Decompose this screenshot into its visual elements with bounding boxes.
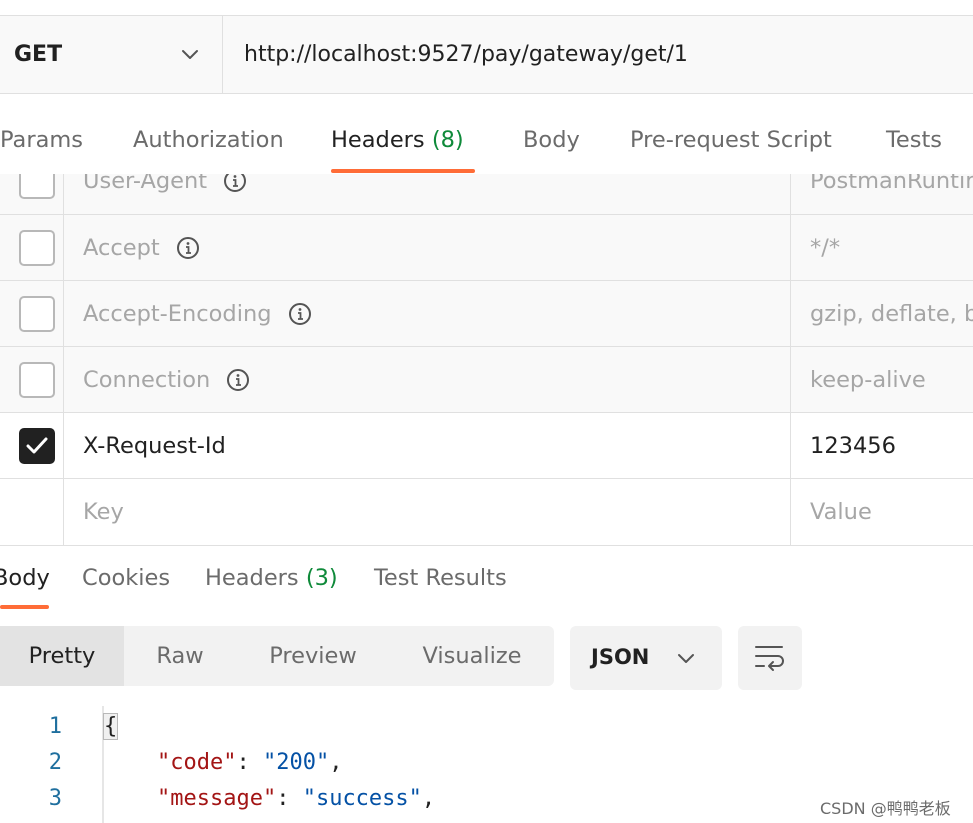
header-value-cell[interactable]: */* [791, 215, 973, 280]
header-key: User-Agent [83, 174, 208, 194]
matched-brace: { [102, 713, 119, 740]
row-checkbox[interactable] [19, 230, 55, 266]
response-tabs: Body Cookies Headers (3) Test Results [0, 546, 973, 610]
tab-test-results[interactable]: Test Results [374, 565, 507, 591]
line-number: 2 [48, 750, 62, 775]
row-checkbox-checked[interactable] [19, 428, 55, 464]
preview-button[interactable]: Preview [254, 626, 372, 686]
header-key-cell[interactable]: Accept-Encoding [64, 281, 791, 346]
raw-button[interactable]: Raw [138, 626, 222, 686]
visualize-button[interactable]: Visualize [410, 626, 534, 686]
json-separator: : [276, 786, 303, 811]
chevron-down-icon [182, 50, 198, 59]
headers-table: User-Agent PostmanRuntime Accept */* [0, 174, 973, 546]
tab-response-body[interactable]: Body [0, 565, 50, 591]
tab-response-headers-label: Headers [205, 565, 299, 591]
header-key: X-Request-Id [83, 432, 226, 459]
header-value-cell[interactable]: keep-alive [791, 347, 973, 412]
wrap-lines-button[interactable] [738, 626, 802, 690]
request-tabs: Params Authorization Headers (8) Body Pr… [0, 94, 973, 174]
watermark: CSDN @鸭鸭老板 [820, 799, 951, 818]
headers-count-badge: (8) [431, 127, 464, 153]
header-key: Accept-Encoding [83, 300, 272, 327]
table-row: User-Agent PostmanRuntime [0, 174, 973, 215]
header-value-cell[interactable]: 123456 [791, 413, 973, 478]
line-number: 1 [48, 714, 62, 739]
tab-params[interactable]: Params [0, 127, 83, 153]
json-separator: : [236, 750, 263, 775]
row-checkbox[interactable] [19, 174, 55, 199]
row-checkbox[interactable] [19, 296, 55, 332]
response-headers-count-badge: (3) [305, 565, 338, 591]
new-key-input[interactable]: Key [64, 479, 791, 545]
header-key-cell[interactable]: X-Request-Id [64, 413, 791, 478]
code-line-2: "code": "200", [104, 750, 342, 775]
checkbox-cell [0, 479, 64, 545]
method-label: GET [14, 42, 63, 67]
tab-cookies[interactable]: Cookies [82, 565, 170, 591]
new-header-row: Key Value [0, 479, 973, 546]
table-row: Accept */* [0, 215, 973, 281]
chevron-down-icon [678, 654, 694, 663]
info-icon [224, 174, 247, 192]
info-icon [176, 236, 199, 259]
wrap-lines-icon [755, 646, 784, 671]
info-icon [288, 302, 311, 325]
row-checkbox[interactable] [19, 362, 55, 398]
tab-response-headers[interactable]: Headers (3) [205, 565, 338, 591]
check-icon [26, 437, 48, 454]
table-row: Accept-Encoding gzip, deflate, br [0, 281, 973, 347]
info-icon [227, 368, 250, 391]
tab-headers[interactable]: Headers (8) [331, 127, 464, 153]
header-key: Connection [83, 366, 211, 393]
json-comma: , [329, 750, 343, 775]
json-value: "success" [302, 786, 422, 811]
pretty-button[interactable]: Pretty [0, 626, 124, 686]
table-row: Connection keep-alive [0, 347, 973, 413]
json-key: "code" [156, 750, 237, 775]
tab-authorization[interactable]: Authorization [133, 127, 284, 153]
format-select[interactable]: JSON [570, 626, 722, 690]
tab-tests[interactable]: Tests [886, 127, 942, 153]
url-input[interactable]: http://localhost:9527/pay/gateway/get/1 [244, 16, 688, 93]
json-key: "message" [156, 786, 277, 811]
method-select[interactable]: GET [0, 16, 223, 93]
checkbox-cell [0, 281, 64, 346]
table-row: X-Request-Id 123456 [0, 413, 973, 479]
format-label: JSON [591, 645, 650, 669]
header-key-cell[interactable]: Connection [64, 347, 791, 412]
new-value-input[interactable]: Value [791, 479, 973, 545]
active-tab-indicator [331, 169, 475, 173]
tab-prerequest-script[interactable]: Pre-request Script [630, 127, 832, 153]
line-number: 3 [48, 786, 62, 811]
code-line-3: "message": "success", [104, 786, 435, 811]
view-mode-group: Pretty Raw Preview Visualize [0, 626, 554, 686]
code-line-1: { [102, 713, 119, 740]
top-strip [0, 0, 973, 15]
header-value-cell[interactable]: PostmanRuntime [791, 174, 973, 214]
checkbox-cell [0, 174, 64, 214]
header-key-cell[interactable]: User-Agent [64, 174, 791, 214]
json-comma: , [421, 786, 436, 811]
json-value: "200" [262, 750, 330, 775]
header-key-cell[interactable]: Accept [64, 215, 791, 280]
request-bar: GET http://localhost:9527/pay/gateway/ge… [0, 15, 973, 94]
tab-headers-label: Headers [331, 127, 425, 153]
active-response-tab-indicator [0, 605, 49, 609]
checkbox-cell [0, 347, 64, 412]
header-value-cell[interactable]: gzip, deflate, br [791, 281, 973, 346]
checkbox-cell [0, 215, 64, 280]
tab-body[interactable]: Body [523, 127, 580, 153]
checkbox-cell [0, 413, 64, 478]
header-key: Accept [83, 234, 160, 261]
